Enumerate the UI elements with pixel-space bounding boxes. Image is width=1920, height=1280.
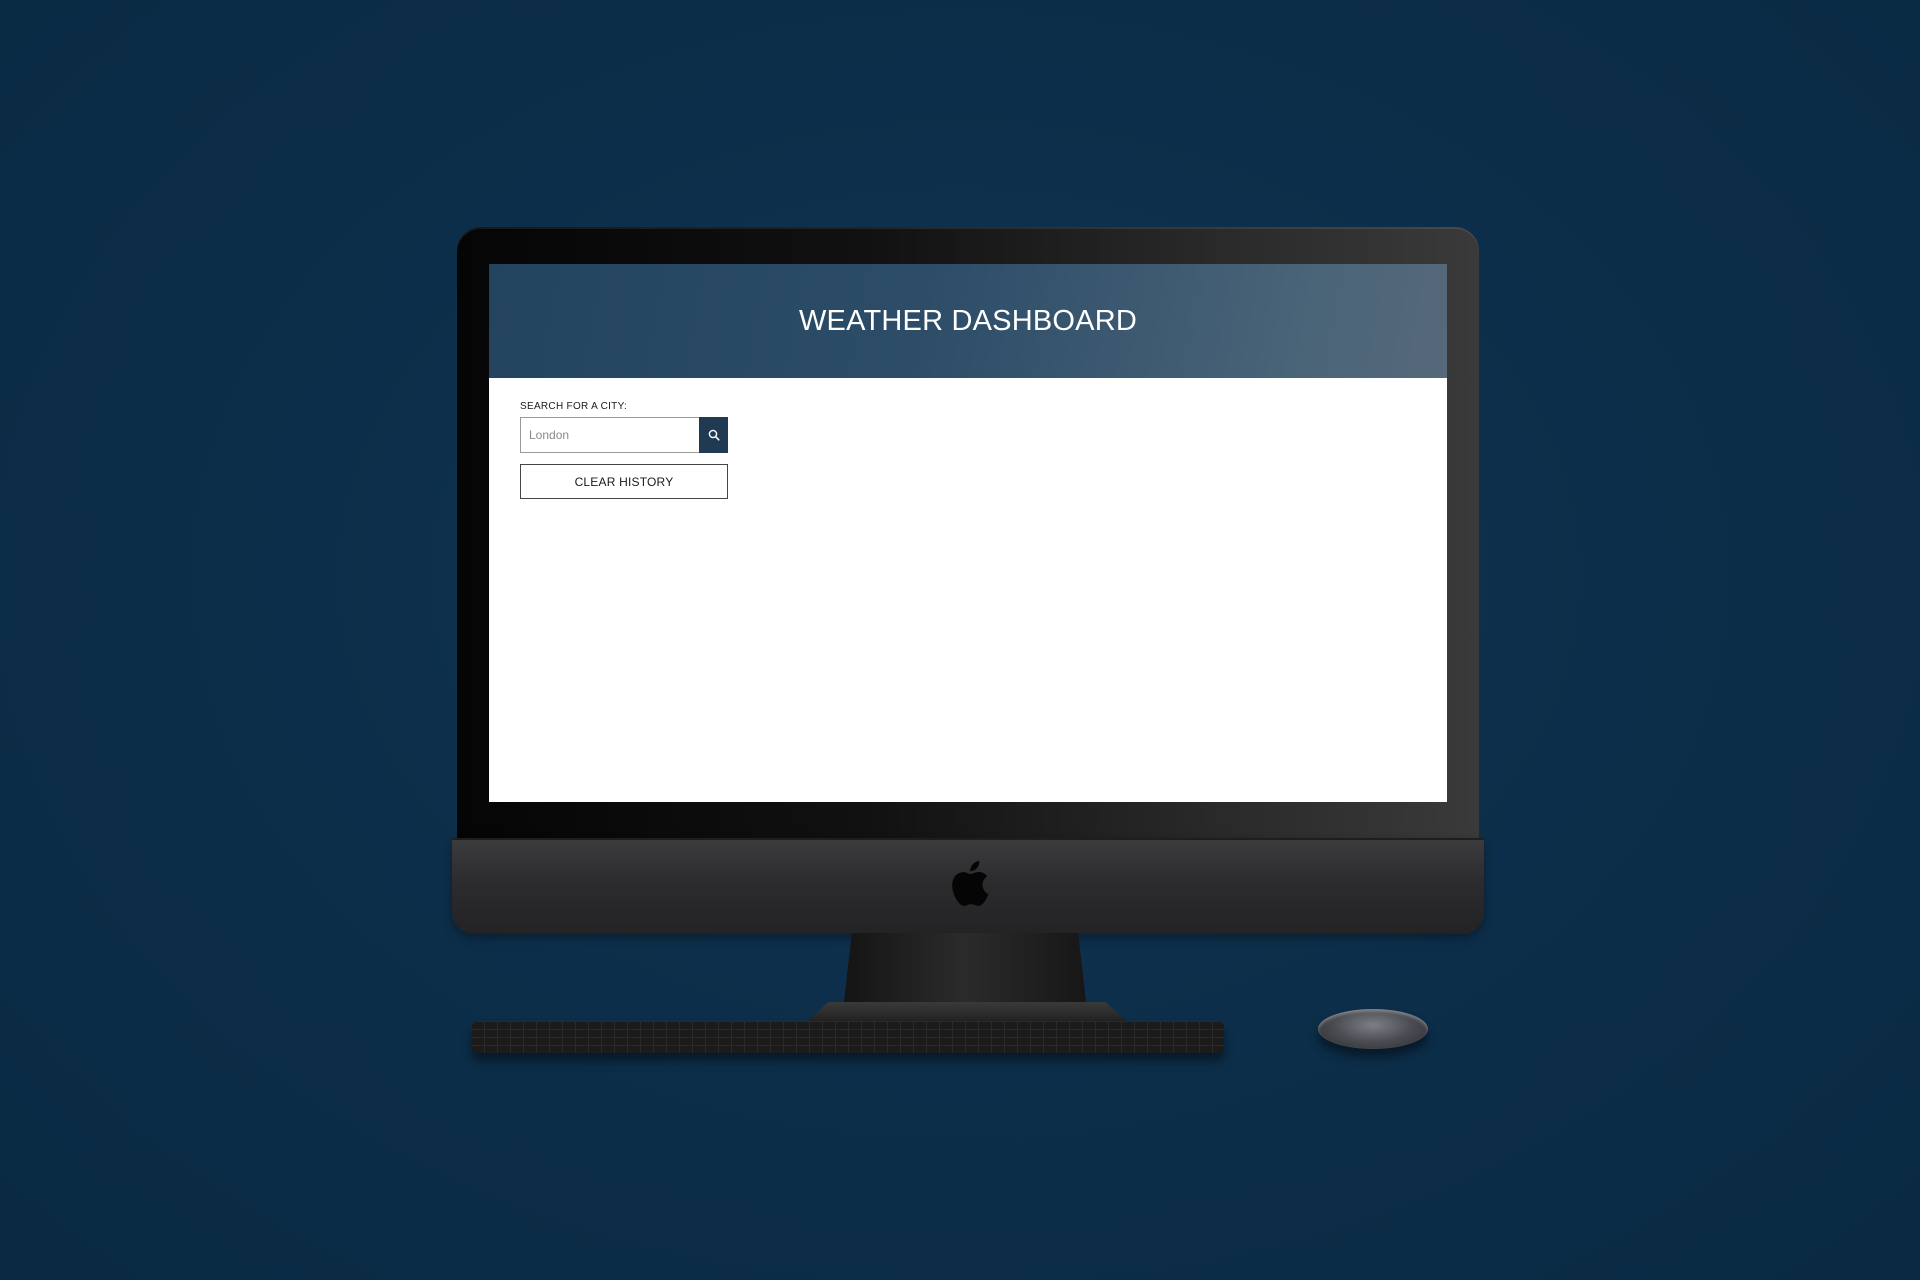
search-sidebar: SEARCH FOR A CITY: CLEAR HISTORY bbox=[520, 400, 730, 499]
monitor-screen: WEATHER DASHBOARD SEARCH FOR A CITY: CLE… bbox=[489, 264, 1447, 802]
desktop-mockup-scene: WEATHER DASHBOARD SEARCH FOR A CITY: CLE… bbox=[0, 0, 1920, 1280]
page-header: WEATHER DASHBOARD bbox=[489, 264, 1447, 378]
search-icon bbox=[708, 429, 720, 441]
search-label: SEARCH FOR A CITY: bbox=[520, 401, 628, 412]
page-title: WEATHER DASHBOARD bbox=[798, 304, 1137, 337]
clear-history-button[interactable]: CLEAR HISTORY bbox=[520, 464, 728, 499]
apple-logo-icon bbox=[952, 861, 989, 906]
search-button[interactable] bbox=[699, 417, 728, 453]
city-search-input[interactable] bbox=[520, 417, 699, 453]
keyboard bbox=[472, 1021, 1224, 1053]
search-form bbox=[520, 417, 730, 453]
mouse bbox=[1318, 1009, 1428, 1049]
